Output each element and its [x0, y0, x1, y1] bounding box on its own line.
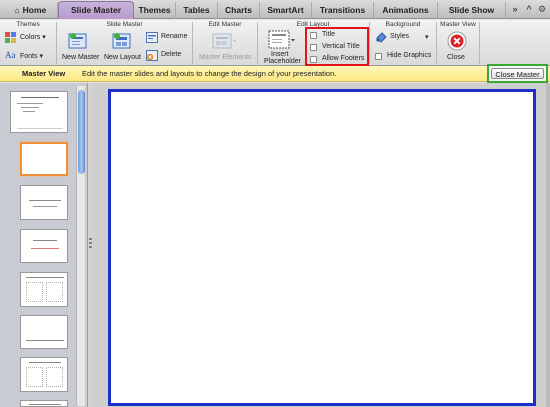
tab-themes-label: Themes [138, 5, 171, 15]
tab-slide-master[interactable]: Slide Master [58, 1, 134, 19]
slide-master-thumbnail[interactable] [10, 91, 68, 133]
tab-themes[interactable]: Themes [134, 2, 176, 19]
insert-placeholder-button-line1[interactable]: Insert [271, 51, 289, 58]
thumb-content-box [46, 282, 63, 302]
home-icon: ⌂ [14, 6, 20, 15]
thumb-title-line [29, 200, 61, 201]
delete-icon [146, 50, 158, 61]
fonts-label: Fonts [20, 53, 38, 60]
thumb-title-line [21, 97, 59, 98]
layout-thumbnail[interactable] [20, 357, 68, 392]
tab-transitions-label: Transitions [319, 5, 366, 15]
ribbon: Themes Colors ▾ Aa Fonts ▾ Slide Master … [0, 20, 550, 66]
chevron-down-icon: ▾ [39, 53, 43, 60]
master-elements-icon [212, 32, 238, 50]
thumb-content-box [46, 367, 63, 387]
layout-thumbnail[interactable] [20, 272, 68, 307]
master-elements-button[interactable]: Master Elements [199, 54, 252, 61]
tab-home[interactable]: ⌂ Home [4, 2, 58, 19]
new-master-button[interactable]: New Master [62, 54, 99, 61]
close-icon[interactable] [447, 31, 467, 51]
thumb-content-box [26, 367, 43, 387]
message-bar-text: Edit the master slides and layouts to ch… [82, 69, 337, 78]
hide-graphics-checkbox-label: Hide Graphics [387, 52, 432, 59]
tab-charts-label: Charts [225, 5, 252, 15]
tab-charts[interactable]: Charts [218, 2, 260, 19]
slide-canvas[interactable] [108, 89, 536, 406]
colors-button[interactable]: Colors ▾ [20, 33, 46, 41]
new-layout-button[interactable]: New Layout [104, 54, 141, 61]
tab-animations[interactable]: Animations [374, 2, 438, 19]
styles-label[interactable]: Styles [390, 33, 409, 40]
tab-smartart-label: SmartArt [267, 5, 304, 15]
chevron-down-icon[interactable]: ▾ [425, 33, 429, 41]
tab-slide-show[interactable]: Slide Show [438, 2, 506, 19]
chevron-down-icon: ▾ [42, 34, 46, 41]
gear-icon[interactable]: ⚙ [537, 3, 547, 16]
message-bar-label: Master View [22, 69, 66, 78]
layout-thumbnail[interactable] [20, 315, 68, 349]
tab-home-label: Home [22, 5, 47, 15]
master-view-message-bar: Master View Edit the master slides and l… [0, 66, 550, 82]
layout-thumbnail[interactable] [20, 400, 68, 407]
thumb-title-line [33, 240, 57, 241]
close-master-view-button[interactable]: Close [447, 54, 465, 61]
thumb-title-line [26, 340, 64, 341]
fonts-icon: Aa [5, 50, 16, 60]
highlight-box-edit-layout [305, 27, 369, 66]
collapse-ribbon-icon[interactable]: ^ [524, 3, 534, 16]
main-vertical-scrollbar[interactable] [546, 83, 550, 407]
thumb-footer-line [17, 128, 63, 129]
splitter-grip-icon [89, 238, 92, 240]
thumb-title-line [26, 277, 64, 278]
tab-tables-label: Tables [183, 5, 210, 15]
colors-icon [5, 32, 17, 43]
tab-animations-label: Animations [382, 5, 429, 15]
more-tabs-icon[interactable]: » [509, 3, 521, 16]
layout-thumbnail-selected[interactable] [20, 142, 68, 176]
group-title-background: Background [385, 21, 421, 28]
thumb-title-line [29, 404, 61, 405]
delete-button[interactable]: Delete [161, 51, 181, 58]
fonts-button[interactable]: Fonts ▾ [20, 52, 43, 60]
thumb-text-line [33, 206, 57, 207]
tab-transitions[interactable]: Transitions [312, 2, 374, 19]
thumb-title-line [29, 362, 61, 363]
tab-tables[interactable]: Tables [176, 2, 218, 19]
thumbnails-scrollbar-thumb[interactable] [78, 90, 85, 174]
new-layout-icon [112, 32, 132, 50]
insert-placeholder-icon [268, 30, 296, 50]
tab-slide-master-label: Slide Master [70, 5, 122, 15]
group-separator [479, 22, 480, 64]
new-master-icon [68, 32, 88, 50]
rename-icon [146, 32, 158, 43]
splitter-grip-icon [89, 242, 92, 244]
colors-label: Colors [20, 34, 41, 41]
tab-smartart[interactable]: SmartArt [260, 2, 312, 19]
layout-thumbnail[interactable] [20, 185, 68, 220]
thumb-text-line [23, 111, 35, 112]
rename-button[interactable]: Rename [161, 33, 187, 40]
close-master-button[interactable]: Close Master [491, 68, 544, 79]
splitter-grip-icon [89, 246, 92, 248]
group-title-slide-master: Slide Master [106, 21, 143, 28]
tab-slide-show-label: Slide Show [448, 5, 495, 15]
thumb-content-box [26, 282, 43, 302]
thumbnails-scrollbar[interactable] [76, 86, 85, 406]
styles-icon [375, 31, 387, 43]
thumb-text-line [17, 103, 43, 104]
close-master-highlight: Close Master [487, 64, 548, 83]
insert-placeholder-button-line2[interactable]: Placeholder [264, 58, 301, 65]
layout-thumbnail[interactable] [20, 229, 68, 263]
thumb-text-line [21, 107, 39, 108]
group-title-themes: Themes [16, 21, 40, 28]
group-title-edit-master: Edit Master [208, 21, 242, 28]
ribbon-tab-bar: ⌂ Home Slide Master Themes Tables Charts … [0, 0, 550, 19]
thumb-text-line [31, 248, 59, 249]
hide-graphics-checkbox[interactable] [375, 53, 382, 60]
group-title-master-view: Master View [440, 21, 476, 28]
